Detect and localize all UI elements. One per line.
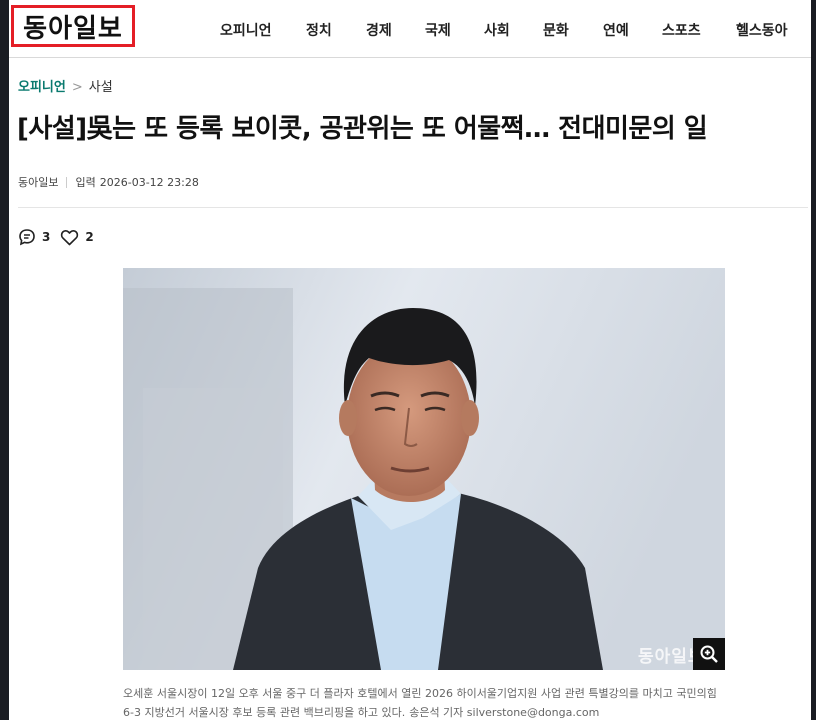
heart-icon (61, 229, 79, 245)
breadcrumb-subsection[interactable]: 사설 (89, 80, 113, 95)
nav-entertainment[interactable]: 연예 (603, 20, 629, 40)
article-meta: 동아일보 입력 2026-03-12 23:28 (18, 174, 199, 190)
article-page: 동아일보 오피니언 정치 경제 국제 사회 문화 연예 스포츠 헬스동아 오피니… (9, 0, 811, 720)
nav-opinion[interactable]: 오피니언 (220, 20, 272, 40)
article-title: [사설]吳는 또 등록 보이콧, 공관위는 또 어물쩍… 전대미문의 일 (17, 114, 708, 144)
photo-image (123, 268, 725, 670)
main-nav: 오피니언 정치 경제 국제 사회 문화 연예 스포츠 헬스동아 (9, 0, 811, 57)
nav-international[interactable]: 국제 (425, 20, 451, 40)
article-date: 2026-03-12 23:28 (99, 175, 199, 189)
like-button[interactable]: 2 (60, 229, 94, 246)
comment-count: 3 (42, 230, 51, 244)
date-label: 입력 (75, 176, 96, 189)
meta-divider (66, 176, 68, 188)
breadcrumb-section[interactable]: 오피니언 (18, 80, 66, 95)
nav-culture[interactable]: 문화 (543, 20, 569, 40)
comment-button[interactable]: 3 (18, 228, 50, 246)
nav-politics[interactable]: 정치 (306, 20, 332, 40)
article-photo[interactable]: 동아일보 (123, 268, 725, 670)
breadcrumb: 오피니언 > 사설 (18, 76, 113, 95)
nav-society[interactable]: 사회 (484, 20, 510, 40)
article-source: 동아일보 (18, 176, 59, 189)
photo-caption: 오세훈 서울시장이 12일 오후 서울 중구 더 플라자 호텔에서 열린 202… (123, 684, 725, 720)
zoom-button[interactable] (693, 638, 725, 670)
nav-health[interactable]: 헬스동아 (736, 20, 788, 40)
global-header: 동아일보 오피니언 정치 경제 국제 사회 문화 연예 스포츠 헬스동아 (9, 0, 811, 58)
comment-icon (19, 229, 35, 246)
zoom-in-icon (700, 645, 718, 663)
breadcrumb-chevron-icon: > (71, 80, 83, 95)
nav-economy[interactable]: 경제 (366, 20, 392, 40)
like-count: 2 (85, 230, 94, 244)
article-actions: 3 2 (18, 228, 104, 246)
photo-credit: 송은석 기자 silverstone@donga.com (409, 706, 600, 719)
divider (18, 207, 808, 208)
nav-sports[interactable]: 스포츠 (662, 20, 701, 40)
